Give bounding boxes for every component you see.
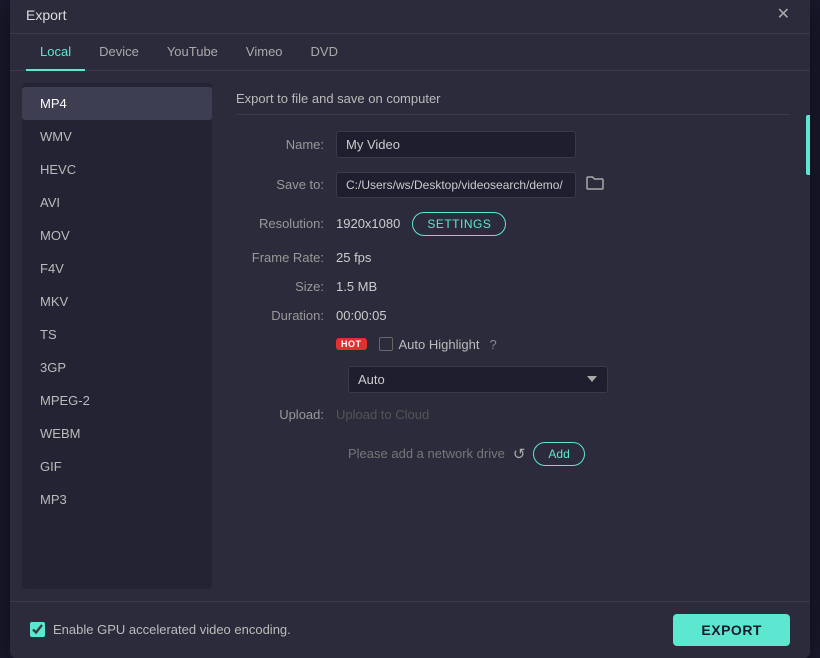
save-path-display: C:/Users/ws/Desktop/videosearch/demo/ <box>336 172 576 198</box>
dialog-title: Export <box>26 7 66 23</box>
name-label: Name: <box>236 137 336 152</box>
auto-highlight-checkbox[interactable] <box>379 337 393 351</box>
format-list: MP4 WMV HEVC AVI MOV F4V MKV TS 3GP MPEG… <box>22 83 212 589</box>
auto-dropdown-row: Auto Low Medium High <box>236 366 790 393</box>
title-bar: Export ✕ <box>10 0 810 34</box>
resolution-label: Resolution: <box>236 216 336 231</box>
format-ts[interactable]: TS <box>22 318 212 351</box>
accent-bar <box>806 115 810 175</box>
duration-row: Duration: 00:00:05 <box>236 308 790 323</box>
gpu-checkbox[interactable] <box>30 622 45 637</box>
section-title: Export to file and save on computer <box>236 91 790 115</box>
resolution-row: Resolution: 1920x1080 SETTINGS <box>236 212 790 236</box>
name-row: Name: <box>236 131 790 158</box>
auto-highlight-row: HOT Auto Highlight ? <box>236 337 790 352</box>
settings-button[interactable]: SETTINGS <box>412 212 506 236</box>
frame-rate-label: Frame Rate: <box>236 250 336 265</box>
upload-row: Upload: Upload to Cloud <box>236 407 790 422</box>
tab-vimeo[interactable]: Vimeo <box>232 34 297 71</box>
gpu-row: Enable GPU accelerated video encoding. <box>30 622 291 637</box>
frame-rate-value: 25 fps <box>336 250 371 265</box>
folder-browse-button[interactable] <box>582 173 608 197</box>
save-to-row: Save to: C:/Users/ws/Desktop/videosearch… <box>236 172 790 198</box>
main-panel: Export to file and save on computer Name… <box>224 83 798 589</box>
footer: Enable GPU accelerated video encoding. E… <box>10 601 810 658</box>
tab-dvd[interactable]: DVD <box>297 34 352 71</box>
name-input[interactable] <box>336 131 576 158</box>
resolution-value: 1920x1080 <box>336 216 400 231</box>
upload-label: Upload: <box>236 407 336 422</box>
format-f4v[interactable]: F4V <box>22 252 212 285</box>
tab-device[interactable]: Device <box>85 34 153 71</box>
format-webm[interactable]: WEBM <box>22 417 212 450</box>
size-label: Size: <box>236 279 336 294</box>
format-wmv[interactable]: WMV <box>22 120 212 153</box>
auto-highlight-label: Auto Highlight <box>399 337 480 352</box>
add-button[interactable]: Add <box>533 442 584 466</box>
tabs-bar: Local Device YouTube Vimeo DVD <box>10 34 810 71</box>
save-to-label: Save to: <box>236 177 336 192</box>
format-mov[interactable]: MOV <box>22 219 212 252</box>
size-value: 1.5 MB <box>336 279 377 294</box>
tab-youtube[interactable]: YouTube <box>153 34 232 71</box>
format-3gp[interactable]: 3GP <box>22 351 212 384</box>
refresh-icon[interactable]: ↺ <box>513 445 526 463</box>
export-dialog: Export ✕ Local Device YouTube Vimeo DVD … <box>10 0 810 658</box>
hot-badge: HOT <box>336 338 367 350</box>
network-drive-text: Please add a network drive <box>348 446 505 461</box>
format-mp3[interactable]: MP3 <box>22 483 212 516</box>
help-icon[interactable]: ? <box>489 337 496 352</box>
upload-to-cloud-label: Upload to Cloud <box>336 407 429 422</box>
frame-rate-row: Frame Rate: 25 fps <box>236 250 790 265</box>
content-area: MP4 WMV HEVC AVI MOV F4V MKV TS 3GP MPEG… <box>10 71 810 601</box>
format-hevc[interactable]: HEVC <box>22 153 212 186</box>
close-button[interactable]: ✕ <box>773 5 794 25</box>
format-mkv[interactable]: MKV <box>22 285 212 318</box>
format-mp4[interactable]: MP4 <box>22 87 212 120</box>
tab-local[interactable]: Local <box>26 34 85 71</box>
format-avi[interactable]: AVI <box>22 186 212 219</box>
network-drive-row: Please add a network drive ↺ Add <box>236 442 790 466</box>
export-button[interactable]: EXPORT <box>673 614 790 646</box>
duration-value: 00:00:05 <box>336 308 387 323</box>
format-gif[interactable]: GIF <box>22 450 212 483</box>
size-row: Size: 1.5 MB <box>236 279 790 294</box>
gpu-label: Enable GPU accelerated video encoding. <box>53 622 291 637</box>
auto-dropdown[interactable]: Auto Low Medium High <box>348 366 608 393</box>
duration-label: Duration: <box>236 308 336 323</box>
format-mpeg2[interactable]: MPEG-2 <box>22 384 212 417</box>
